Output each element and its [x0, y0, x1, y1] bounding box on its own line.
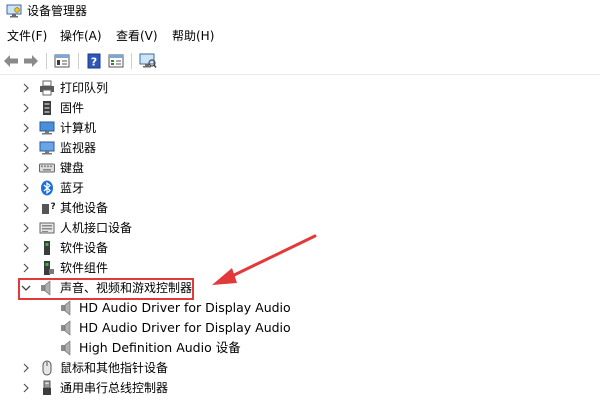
chevron-right-icon[interactable]	[21, 162, 31, 174]
help-button[interactable]: ?	[84, 52, 104, 70]
tree-child-high-definition-audio[interactable]: High Definition Audio 设备	[0, 338, 600, 358]
menu-file[interactable]: 文件(F)	[6, 28, 48, 44]
tree-item-mice[interactable]: 鼠标和其他指针设备	[0, 358, 600, 378]
menu-action[interactable]: 操作(A)	[59, 28, 103, 44]
tree-item-print-queues[interactable]: 打印队列	[0, 78, 600, 98]
software-component-icon	[44, 261, 54, 275]
properties-button[interactable]	[52, 52, 72, 70]
tree-child-hd-audio-2[interactable]: HD Audio Driver for Display Audio	[0, 318, 600, 338]
tree-item-monitors[interactable]: 监视器	[0, 138, 600, 158]
toolbar-separator	[78, 53, 79, 69]
chevron-right-icon[interactable]	[21, 382, 31, 394]
window-title: 设备管理器	[27, 4, 88, 18]
software-device-icon	[44, 241, 50, 255]
speaker-icon	[61, 320, 71, 336]
chevron-right-icon[interactable]	[21, 202, 31, 214]
chevron-right-icon[interactable]	[21, 182, 31, 194]
tree-item-label: 鼠标和其他指针设备	[60, 361, 169, 375]
printer-icon	[40, 80, 54, 96]
chevron-right-icon[interactable]	[21, 362, 31, 374]
tree-item-label: 固件	[60, 101, 85, 115]
tree-item-label: 软件设备	[60, 241, 109, 255]
highlight-box	[18, 278, 194, 300]
menu-help[interactable]: 帮助(H)	[171, 28, 215, 44]
details-button[interactable]	[106, 52, 126, 70]
tree-item-label: 蓝牙	[60, 181, 85, 195]
title-bar: 设备管理器	[0, 0, 600, 22]
back-button[interactable]	[1, 52, 21, 70]
properties-icon	[54, 54, 70, 68]
tree-item-label: 软件组件	[60, 261, 109, 275]
toolbar-separator	[131, 53, 132, 69]
chevron-right-icon[interactable]	[21, 122, 31, 134]
usb-icon	[43, 380, 51, 395]
back-arrow-icon	[4, 55, 18, 67]
tree-item-label: 其他设备	[60, 201, 109, 215]
computer-icon	[39, 121, 55, 135]
tree-item-label: 监视器	[60, 141, 97, 155]
speaker-icon	[61, 300, 71, 316]
chevron-right-icon[interactable]	[21, 222, 31, 234]
toolbar-separator	[46, 53, 47, 69]
tree-item-label: HD Audio Driver for Display Audio	[79, 300, 291, 315]
chevron-right-icon[interactable]	[21, 82, 31, 94]
tree-item-label: 键盘	[60, 161, 85, 175]
tree-item-hid[interactable]: 人机接口设备	[0, 218, 600, 238]
chevron-right-icon[interactable]	[21, 242, 31, 254]
speaker-icon	[61, 340, 71, 356]
scan-hardware-button[interactable]	[138, 52, 158, 70]
device-manager-icon	[6, 4, 22, 18]
hid-icon	[39, 222, 55, 234]
tree-item-keyboards[interactable]: 键盘	[0, 158, 600, 178]
monitor-icon	[39, 141, 55, 155]
keyboard-icon	[39, 163, 55, 173]
bluetooth-icon	[41, 180, 53, 196]
device-tree: 打印队列 固件 计算机 监视器 键盘 蓝牙 其他设备 人机接口设备 软件设备 软…	[0, 78, 600, 400]
tree-item-usb-controllers[interactable]: 通用串行总线控制器	[0, 378, 600, 398]
menu-view[interactable]: 查看(V)	[115, 28, 159, 44]
mouse-icon	[42, 360, 52, 376]
tree-item-label: HD Audio Driver for Display Audio	[79, 320, 291, 335]
tree-item-bluetooth[interactable]: 蓝牙	[0, 178, 600, 198]
unknown-device-icon: ?	[42, 202, 56, 214]
tree-child-hd-audio-1[interactable]: HD Audio Driver for Display Audio	[0, 298, 600, 318]
tree-item-label: 计算机	[60, 121, 97, 135]
tree-item-firmware[interactable]: 固件	[0, 98, 600, 118]
tree-item-label: High Definition Audio 设备	[79, 340, 241, 355]
help-icon: ?	[87, 53, 101, 69]
forward-button[interactable]	[21, 52, 41, 70]
svg-text:?: ?	[91, 56, 97, 69]
menu-bar: 文件(F) 操作(A) 查看(V) 帮助(H)	[0, 24, 600, 46]
tree-item-computer[interactable]: 计算机	[0, 118, 600, 138]
firmware-icon	[43, 101, 51, 115]
tree-item-other-devices[interactable]: ? 其他设备	[0, 198, 600, 218]
tree-item-label: 人机接口设备	[60, 221, 133, 235]
toolbar: ?	[0, 48, 600, 75]
details-icon	[108, 54, 124, 68]
svg-text:?: ?	[51, 202, 56, 212]
tree-item-label: 通用串行总线控制器	[60, 381, 169, 395]
monitor-scan-icon	[139, 53, 157, 68]
tree-item-software-components[interactable]: 软件组件	[0, 258, 600, 278]
forward-arrow-icon	[24, 55, 38, 67]
tree-item-software-devices[interactable]: 软件设备	[0, 238, 600, 258]
tree-item-label: 打印队列	[60, 81, 109, 95]
chevron-right-icon[interactable]	[21, 142, 31, 154]
chevron-right-icon[interactable]	[21, 262, 31, 274]
chevron-right-icon[interactable]	[21, 102, 31, 114]
